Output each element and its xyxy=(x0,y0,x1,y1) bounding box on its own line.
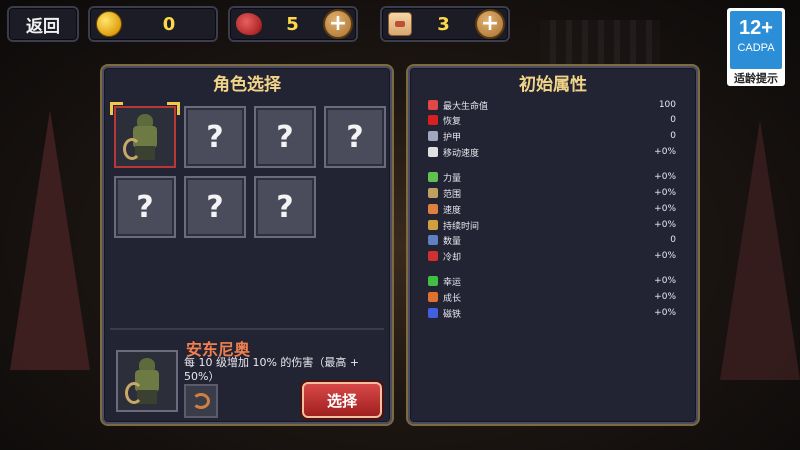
add-scroll-button[interactable]: + xyxy=(475,9,505,39)
question-mark-icon: ? xyxy=(136,189,154,225)
stat-value: +0% xyxy=(654,308,676,318)
growth-icon xyxy=(428,292,438,302)
stat-value: +0% xyxy=(654,147,676,157)
stat-label: 磁铁 xyxy=(443,309,462,320)
sword-icon xyxy=(428,172,438,182)
character-slot-locked[interactable]: ? xyxy=(324,106,386,168)
starting-weapon-slot[interactable] xyxy=(184,384,218,418)
stat-label: 恢复 xyxy=(443,116,462,127)
starting-stats-panel: 初始属性 最大生命值 100 恢复 0 护甲 0 移动速度 +0% 力量 +0% 范围 +0% 速度 +0… xyxy=(406,64,700,426)
whip-weapon-icon xyxy=(192,393,210,409)
plus-icon: + xyxy=(328,11,348,36)
character-slot-locked[interactable]: ? xyxy=(114,176,176,238)
stat-row: 磁铁 +0% xyxy=(428,306,676,320)
antonio-sprite xyxy=(123,112,167,162)
question-mark-icon: ? xyxy=(276,189,294,225)
scroll-counter: 3 + xyxy=(380,6,510,42)
meat-counter: 5 + xyxy=(228,6,358,42)
coin-count: 0 xyxy=(162,13,176,35)
stat-row: 数量 0 xyxy=(428,233,676,247)
stat-label: 最大生命值 xyxy=(443,101,489,112)
stat-label: 成长 xyxy=(443,293,462,304)
stat-value: +0% xyxy=(654,172,676,182)
character-slot-locked[interactable]: ? xyxy=(184,176,246,238)
cooldown-icon xyxy=(428,251,438,261)
stat-value: 0 xyxy=(670,115,676,125)
stat-value: +0% xyxy=(654,188,676,198)
character-slot-locked[interactable]: ? xyxy=(184,106,246,168)
character-portrait xyxy=(116,350,178,412)
selected-character-info: 安东尼奥 每 10 级增加 10% 的伤害（最高 + 50%） 选择 xyxy=(110,332,384,418)
stat-row: 护甲 0 xyxy=(428,129,676,143)
clover-icon xyxy=(428,276,438,286)
stat-row: 移动速度 +0% xyxy=(428,145,676,159)
stat-row: 最大生命值 100 xyxy=(428,98,676,112)
question-mark-icon: ? xyxy=(206,119,224,155)
coin-counter: 0 xyxy=(88,6,218,42)
age-rating-badge[interactable]: 12+ CADPA 适龄提示 xyxy=(727,8,785,86)
duration-icon xyxy=(428,220,438,230)
stat-row: 持续时间 +0% xyxy=(428,218,676,232)
meat-icon xyxy=(236,13,262,35)
stat-value: 0 xyxy=(670,235,676,245)
stat-label: 持续时间 xyxy=(443,221,480,232)
character-slot-locked[interactable]: ? xyxy=(254,106,316,168)
background-tree-right xyxy=(720,120,800,380)
stat-row: 范围 +0% xyxy=(428,186,676,200)
stat-label: 移动速度 xyxy=(443,148,480,159)
stat-row: 力量 +0% xyxy=(428,170,676,184)
plus-icon: + xyxy=(480,11,500,36)
select-button[interactable]: 选择 xyxy=(302,382,382,418)
armor-icon xyxy=(428,131,438,141)
stat-value: +0% xyxy=(654,292,676,302)
stat-label: 数量 xyxy=(443,236,462,247)
stat-row: 冷却 +0% xyxy=(428,249,676,263)
stat-label: 速度 xyxy=(443,205,462,216)
stat-value: 100 xyxy=(658,100,676,110)
heart-icon xyxy=(428,100,438,110)
background-tree-left xyxy=(10,110,90,370)
panel-divider xyxy=(110,328,384,330)
amount-icon xyxy=(428,235,438,245)
add-meat-button[interactable]: + xyxy=(323,9,353,39)
character-slot-antonio[interactable] xyxy=(110,102,180,168)
stat-value: +0% xyxy=(654,276,676,286)
antonio-sprite xyxy=(125,356,169,406)
scroll-icon xyxy=(388,12,412,36)
scroll-count: 3 xyxy=(437,13,450,35)
character-description: 每 10 级增加 10% 的伤害（最高 + 50%） xyxy=(184,356,360,383)
stat-value: 0 xyxy=(670,131,676,141)
wing-icon xyxy=(428,147,438,157)
character-slot-locked[interactable]: ? xyxy=(254,176,316,238)
speed-icon xyxy=(428,204,438,214)
stat-value: +0% xyxy=(654,204,676,214)
stat-label: 范围 xyxy=(443,189,462,200)
stat-label: 力量 xyxy=(443,173,462,184)
stat-row: 成长 +0% xyxy=(428,290,676,304)
stat-label: 冷却 xyxy=(443,252,462,263)
stat-value: +0% xyxy=(654,220,676,230)
stat-label: 护甲 xyxy=(443,132,462,143)
magnet-icon xyxy=(428,308,438,318)
stat-row: 速度 +0% xyxy=(428,202,676,216)
stat-label: 幸运 xyxy=(443,277,462,288)
question-mark-icon: ? xyxy=(276,119,294,155)
age-tip: 适龄提示 xyxy=(734,72,778,85)
panel-title: 角色选择 xyxy=(213,75,281,95)
rating-org: CADPA xyxy=(737,42,775,54)
heart-regen-icon xyxy=(428,115,438,125)
age-rating: 12+ xyxy=(739,17,773,39)
stat-row: 恢复 0 xyxy=(428,113,676,127)
question-mark-icon: ? xyxy=(206,189,224,225)
stat-value: +0% xyxy=(654,251,676,261)
area-icon xyxy=(428,188,438,198)
back-button[interactable]: 返回 xyxy=(7,6,79,42)
panel-title: 初始属性 xyxy=(519,75,587,95)
stat-row: 幸运 +0% xyxy=(428,274,676,288)
character-select-panel: 角色选择 ? ? ? ? ? ? 安东尼奥 每 10 级增加 10% 的伤害（最… xyxy=(100,64,394,426)
meat-count: 5 xyxy=(286,13,299,35)
gold-coin-icon xyxy=(96,11,122,37)
question-mark-icon: ? xyxy=(346,119,364,155)
